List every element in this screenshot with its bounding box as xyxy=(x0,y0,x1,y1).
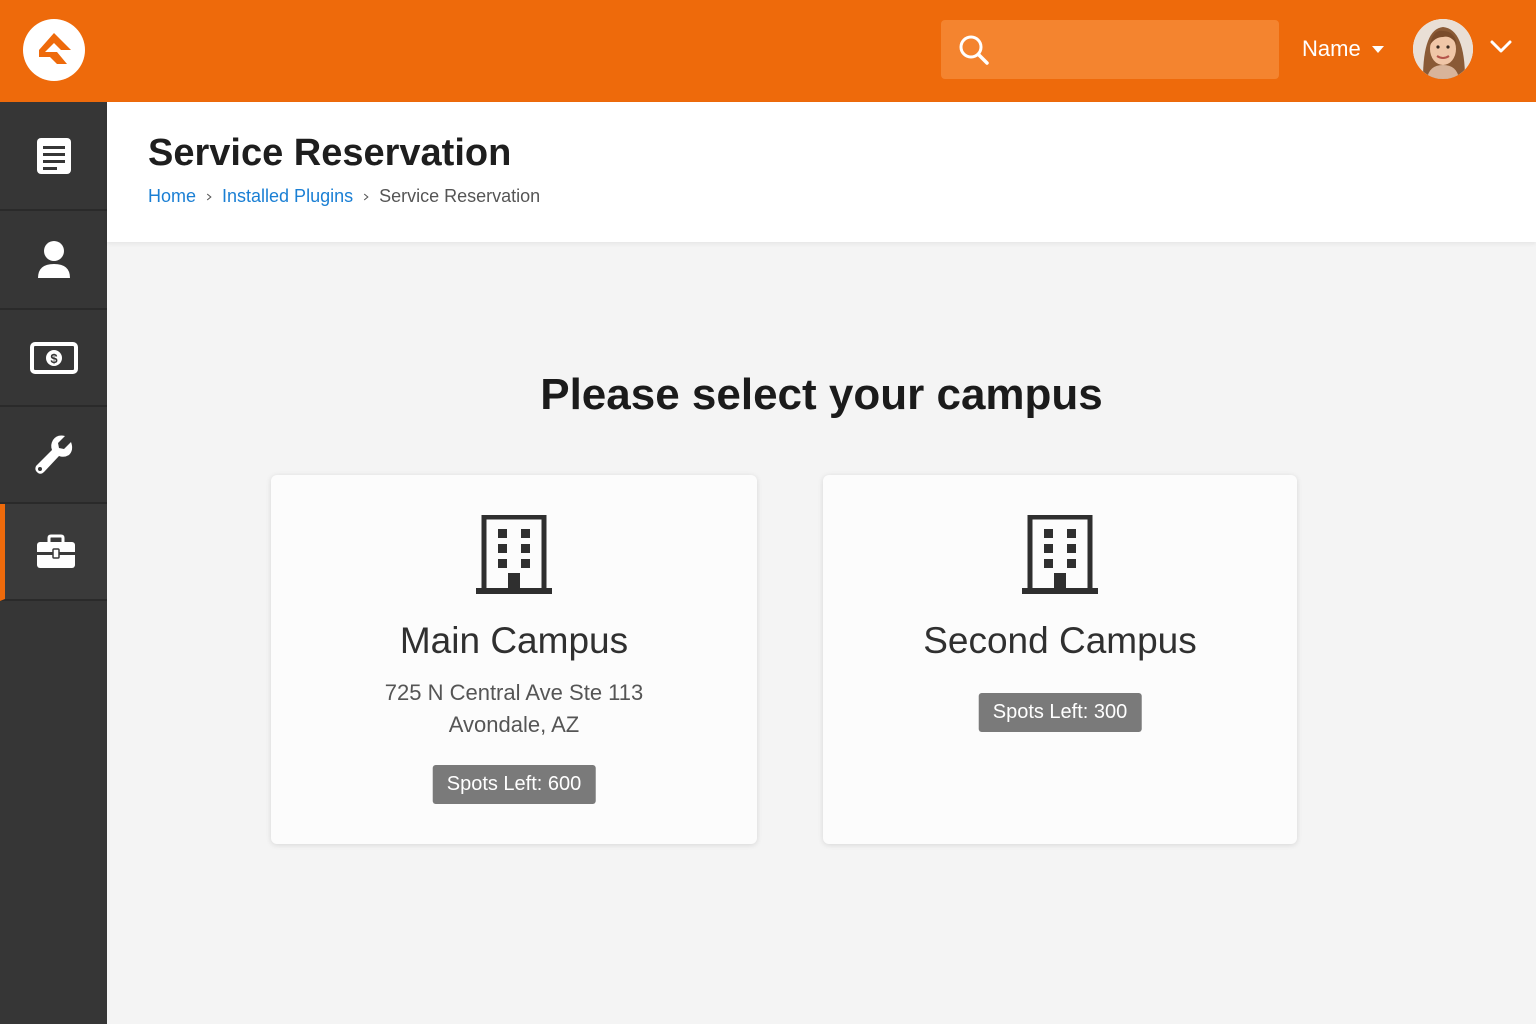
page-header: Service Reservation Home Installed Plugi… xyxy=(107,102,1536,242)
spots-left-badge: Spots Left: 600 xyxy=(432,765,596,804)
campus-card-second[interactable]: Second Campus Spots Left: 300 xyxy=(823,475,1297,844)
breadcrumb-current: Service Reservation xyxy=(379,186,541,206)
search-input[interactable] xyxy=(1001,30,1261,70)
sidebar-item-finance[interactable]: $ xyxy=(0,310,107,407)
document-list-icon xyxy=(36,137,71,174)
campus-address: 725 N Central Ave Ste 113 Avondale, AZ xyxy=(271,677,757,741)
sidebar: $ xyxy=(0,102,107,1024)
search-icon[interactable] xyxy=(958,34,990,66)
person-icon xyxy=(37,240,70,278)
top-bar: Name xyxy=(0,0,1536,102)
building-icon xyxy=(476,515,552,594)
breadcrumb-installed-plugins[interactable]: Installed Plugins xyxy=(222,186,353,207)
address-line-2: Avondale, AZ xyxy=(448,712,580,737)
breadcrumb: Home Installed Plugins Service Reservati… xyxy=(148,186,540,207)
sidebar-item-plugins[interactable] xyxy=(0,504,107,601)
campus-card-main[interactable]: Main Campus 725 N Central Ave Ste 113 Av… xyxy=(271,475,757,844)
user-name-label[interactable]: Name xyxy=(1302,36,1361,62)
campus-select-heading: Please select your campus xyxy=(540,370,1103,419)
building-icon xyxy=(1022,515,1098,594)
avatar[interactable] xyxy=(1413,19,1473,79)
sidebar-item-people[interactable] xyxy=(0,211,107,310)
breadcrumb-home[interactable]: Home xyxy=(148,186,196,207)
address-line-1: 725 N Central Ave Ste 113 xyxy=(384,680,644,705)
user-menu[interactable]: Name xyxy=(1302,36,1385,62)
caret-down-icon[interactable] xyxy=(1371,45,1385,54)
page-title: Service Reservation xyxy=(148,132,512,174)
chevron-right-icon xyxy=(363,193,369,200)
spots-left-badge: Spots Left: 300 xyxy=(978,693,1142,732)
briefcase-icon xyxy=(37,534,75,568)
sidebar-item-documents[interactable] xyxy=(0,102,107,211)
campus-name: Main Campus xyxy=(399,620,629,661)
sidebar-item-tools[interactable] xyxy=(0,407,107,504)
svg-text:$: $ xyxy=(50,351,58,366)
rock-logo-icon[interactable] xyxy=(23,19,85,81)
chevron-down-icon[interactable] xyxy=(1490,40,1512,54)
chevron-right-icon xyxy=(206,193,212,200)
money-icon: $ xyxy=(29,341,78,374)
wrench-icon xyxy=(34,435,72,474)
search-box[interactable] xyxy=(941,20,1279,79)
campus-name: Second Campus xyxy=(923,620,1197,661)
